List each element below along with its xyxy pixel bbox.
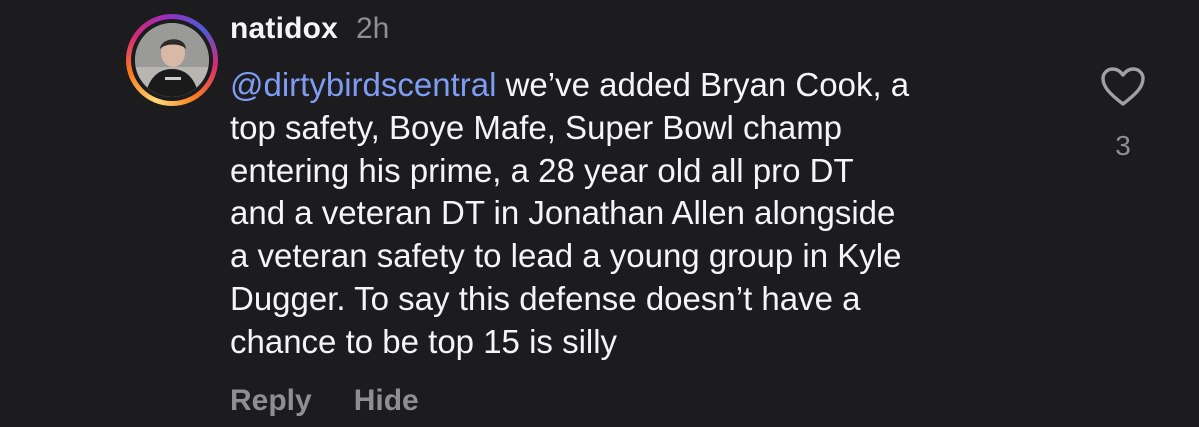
comment-line-7: chance to be top 15 is silly (230, 322, 618, 360)
comment: natidox 2h @dirtybirdscentral we’ve adde… (0, 0, 1199, 427)
comment-actions: Reply Hide (230, 384, 461, 418)
like-count: 3 (1115, 130, 1131, 161)
username[interactable]: natidox (230, 12, 338, 46)
heart-icon (1101, 67, 1145, 106)
avatar[interactable] (135, 23, 209, 97)
mention-link[interactable]: @dirtybirdscentral (230, 66, 496, 103)
hide-button[interactable]: Hide (354, 384, 419, 417)
comment-line-4: and a veteran DT in Jonathan Allen along… (230, 194, 896, 232)
reply-button[interactable]: Reply (230, 384, 312, 417)
comment-line-1: @dirtybirdscentral we’ve added Bryan Coo… (230, 64, 1090, 107)
avatar-frame (131, 19, 213, 101)
comment-line-3: entering his prime, a 28 year old all pr… (230, 151, 854, 189)
comment-line-1-text: we’ve added Bryan Cook, a (496, 66, 910, 103)
comment-line-5: a veteran safety to lead a young group i… (230, 237, 902, 275)
comment-line-2: top safety, Boye Mafe, Super Bowl champ (230, 108, 843, 146)
comment-text: @dirtybirdscentral we’ve added Bryan Coo… (230, 64, 1090, 364)
story-ring[interactable] (126, 14, 218, 106)
like-button[interactable] (1100, 66, 1146, 108)
timestamp: 2h (356, 12, 390, 45)
avatar-photo (135, 23, 209, 97)
comment-line-6: Dugger. To say this defense doesn’t have… (230, 279, 861, 317)
